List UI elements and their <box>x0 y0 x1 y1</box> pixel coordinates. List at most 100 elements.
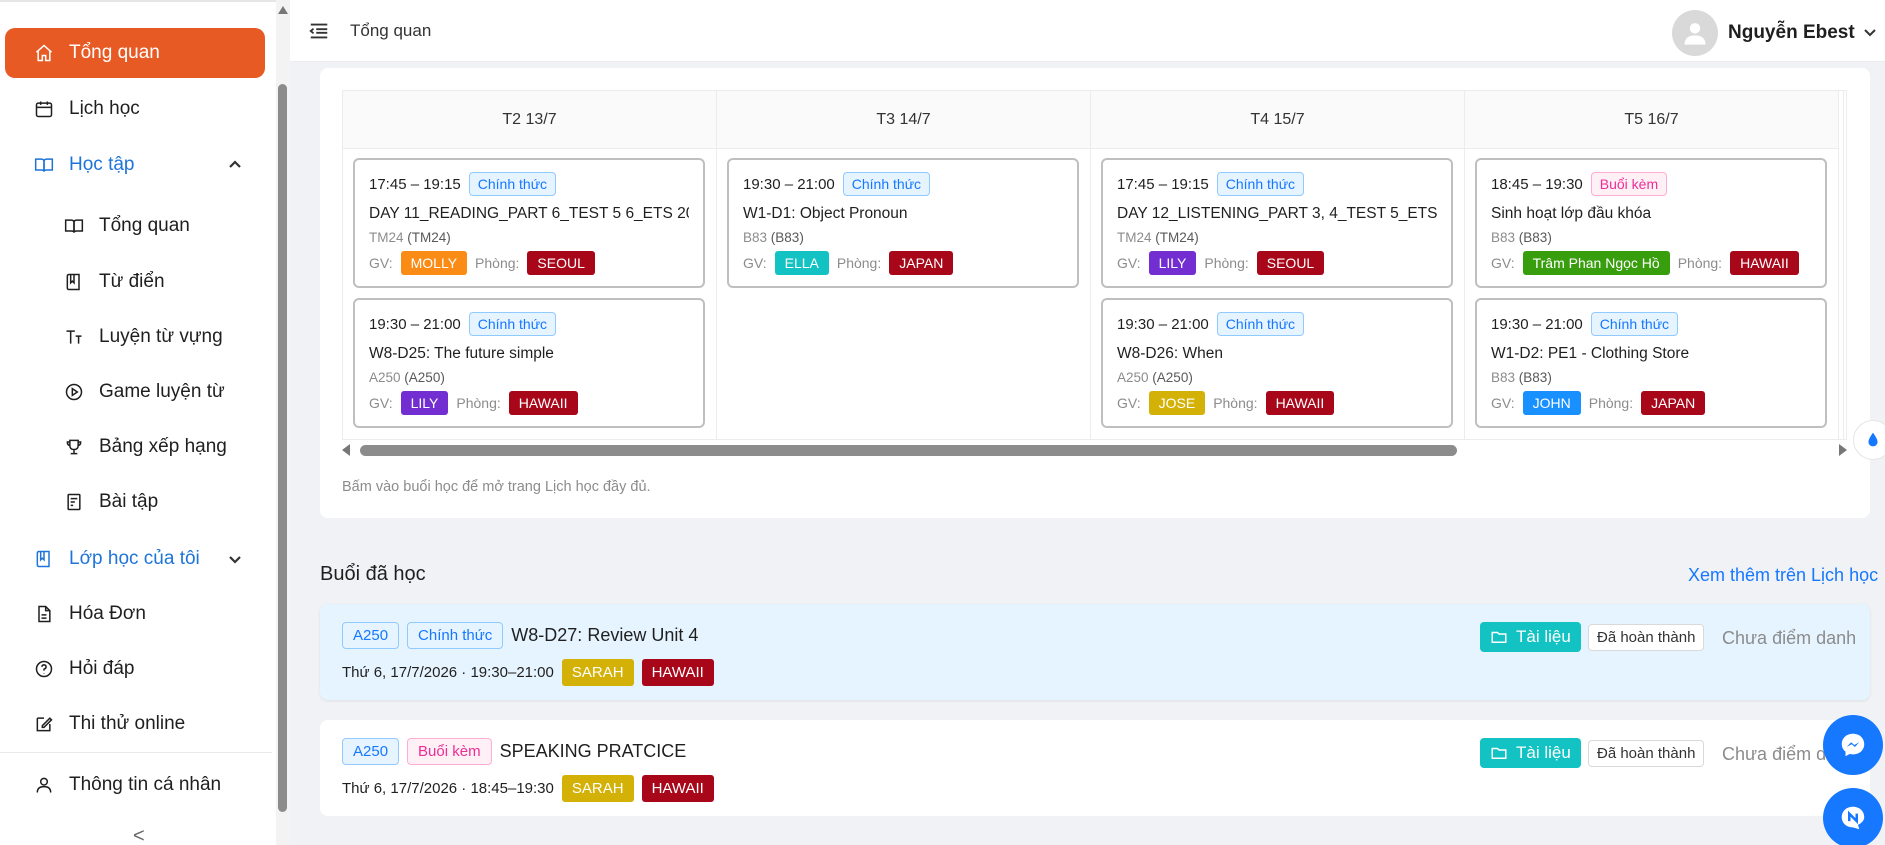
class-code-paren: (A250) <box>404 370 445 385</box>
past-session-card[interactable]: A250 Buổi kèm SPEAKING PRATCICE Thứ 6, 1… <box>320 720 1870 816</box>
sidebar-item-label: Từ điển <box>99 271 165 292</box>
sidebar-item-my-classes[interactable]: Lớp học của tôi <box>5 534 265 584</box>
sidebar-subitem-leaderboard[interactable]: Bảng xếp hạng <box>5 422 265 472</box>
day-header: T2 13/7 <box>343 91 716 149</box>
sparkle-drop-icon <box>1868 432 1878 447</box>
sidebar-subitem-overview[interactable]: Tổng quan <box>5 201 265 251</box>
room-badge: SEOUL <box>1256 251 1325 275</box>
teacher-badge: ELLA <box>774 251 829 275</box>
book-icon <box>33 548 55 570</box>
teacher-label: GV: <box>369 255 393 271</box>
sidebar-subitem-game[interactable]: Game luyện từ <box>5 367 265 417</box>
room-label: Phòng: <box>836 255 882 271</box>
teacher-label: GV: <box>1117 255 1141 271</box>
folder-icon <box>1491 747 1507 759</box>
documents-label: Tài liệu <box>1516 627 1571 646</box>
folder-icon <box>1491 631 1507 643</box>
session-card[interactable]: 18:45 – 19:30 Buổi kèm Sinh hoạt lớp đầu … <box>1475 158 1827 288</box>
chevron-down-icon <box>227 551 243 567</box>
play-circle-icon <box>63 381 85 403</box>
sidebar-item-label: Thi thử online <box>69 713 186 734</box>
sidebar-subitem-vocab[interactable]: Luyện từ vựng <box>5 312 265 362</box>
sidebar-item-study[interactable]: Học tập <box>5 140 265 190</box>
session-card[interactable]: 19:30 – 21:00 Chính thức W1-D2: PE1 - Clo… <box>1475 298 1827 428</box>
scroll-left-arrow[interactable] <box>342 444 350 456</box>
session-title: DAY 11_READING_PART 6_TEST 5 6_ETS 2026 <box>369 205 689 222</box>
schedule-horizontal-scrollbar[interactable] <box>342 442 1847 458</box>
sidebar-item-label: Hỏi đáp <box>69 658 135 679</box>
session-type-tag: Chính thức <box>468 312 557 336</box>
room-label: Phòng: <box>456 395 501 411</box>
session-title: W8-D25: The future simple <box>369 345 554 362</box>
day-column: T5 16/7 18:45 – 19:30 Buổi kèm Sinh hoạt … <box>1465 91 1839 439</box>
session-time: 18:45 – 19:30 <box>1491 175 1583 193</box>
scrollbar-thumb[interactable] <box>360 445 1457 456</box>
session-card[interactable]: 17:45 – 19:15 Chính thức DAY 12_LISTENING… <box>1101 158 1453 288</box>
teacher-label: GV: <box>743 255 767 271</box>
chat-icon <box>1841 806 1865 830</box>
session-card[interactable]: 19:30 – 21:00 Chính thức W1-D1: Object Pr… <box>727 158 1079 288</box>
trophy-icon <box>63 436 85 458</box>
past-session-card[interactable]: A250 Chính thức W8-D27: Review Unit 4 Th… <box>320 604 1870 700</box>
sidebar-item-invoice[interactable]: Hóa Đơn <box>5 589 265 639</box>
day-column: T2 13/7 17:45 – 19:15 Chính thức DAY 11_R… <box>343 91 717 439</box>
room-badge: HAWAII <box>1730 251 1799 275</box>
side-widget-button[interactable] <box>1853 420 1885 460</box>
teacher-badge: LILY <box>400 391 449 415</box>
sidebar-scrollbar[interactable] <box>276 0 290 845</box>
messenger-button[interactable] <box>1823 715 1883 775</box>
view-more-link[interactable]: Xem thêm trên Lịch học <box>1688 565 1878 586</box>
room-label: Phòng: <box>1677 255 1723 271</box>
session-card[interactable]: 19:30 – 21:00 Chính thức W8-D26: When A25… <box>1101 298 1453 428</box>
day-header: T3 14/7 <box>717 91 1090 149</box>
session-datetime: Thứ 6, 17/7/2026 · 18:45–19:30 <box>342 780 554 797</box>
scrollbar-thumb[interactable] <box>278 84 287 812</box>
menu-fold-icon[interactable] <box>308 20 330 47</box>
teacher-badge: LILY <box>1148 251 1197 275</box>
documents-button[interactable]: Tài liệu <box>1480 622 1581 652</box>
session-title: W8-D27: Review Unit 4 <box>511 625 699 645</box>
class-code: A250 <box>1117 370 1149 385</box>
class-code: A250 <box>369 370 401 385</box>
teacher-badge: MOLLY <box>400 251 468 275</box>
class-code-paren: (TM24) <box>407 230 451 245</box>
teacher-badge: Trâm Phan Ngọc Hồ <box>1522 251 1670 275</box>
chevron-down-icon[interactable] <box>1862 24 1878 45</box>
session-card[interactable]: 17:45 – 19:15 Chính thức DAY 11_READING_P… <box>353 158 705 288</box>
sidebar-item-mock-test[interactable]: Thi thử online <box>5 699 265 749</box>
session-time: 19:30 – 21:00 <box>1117 315 1209 333</box>
sidebar-item-label: Tổng quan <box>99 215 190 236</box>
book-open-icon <box>63 215 85 237</box>
sidebar-item-profile[interactable]: Thông tin cá nhân <box>5 760 265 810</box>
session-time: 17:45 – 19:15 <box>369 175 461 193</box>
sidebar-collapse-button[interactable]: < <box>133 825 145 845</box>
teacher-label: GV: <box>1491 255 1515 271</box>
user-icon <box>1684 23 1706 45</box>
class-code: B83 <box>1491 230 1516 245</box>
sidebar-item-schedule[interactable]: Lịch học <box>5 84 265 134</box>
scroll-right-arrow[interactable] <box>1839 444 1847 456</box>
user-icon <box>33 774 55 796</box>
scroll-up-arrow[interactable] <box>278 6 288 14</box>
sidebar-subitem-dictionary[interactable]: Từ điển <box>5 257 265 307</box>
status-badge: Đã hoàn thành <box>1588 740 1705 767</box>
session-time: 17:45 – 19:15 <box>1117 175 1209 193</box>
sidebar-subitem-exercise[interactable]: Bài tập <box>5 477 265 527</box>
session-type-tag: Buổi kèm <box>1590 172 1668 196</box>
documents-button[interactable]: Tài liệu <box>1480 738 1581 768</box>
teacher-badge: SARAH <box>561 775 634 802</box>
schedule-hint: Bấm vào buổi học để mở trang Lịch học đầ… <box>342 479 651 495</box>
avatar[interactable] <box>1672 10 1718 56</box>
sidebar-item-faq[interactable]: Hỏi đáp <box>5 644 265 694</box>
sidebar-item-label: Luyện từ vựng <box>99 326 223 347</box>
session-type-tag: Chính thức <box>407 622 504 649</box>
session-type-tag: Chính thức <box>1216 312 1305 336</box>
session-card[interactable]: 19:30 – 21:00 Chính thức W8-D25: The futu… <box>353 298 705 428</box>
user-name[interactable]: Nguyễn Ebest <box>1728 22 1855 44</box>
messenger-icon <box>1841 733 1865 757</box>
chat-button[interactable] <box>1823 788 1883 845</box>
sidebar-item-overview[interactable]: Tổng quan <box>5 28 265 78</box>
session-title: W8-D26: When <box>1117 345 1223 362</box>
day-header: T5 16/7 <box>1465 91 1838 149</box>
class-code-paren: (B83) <box>1518 230 1552 245</box>
